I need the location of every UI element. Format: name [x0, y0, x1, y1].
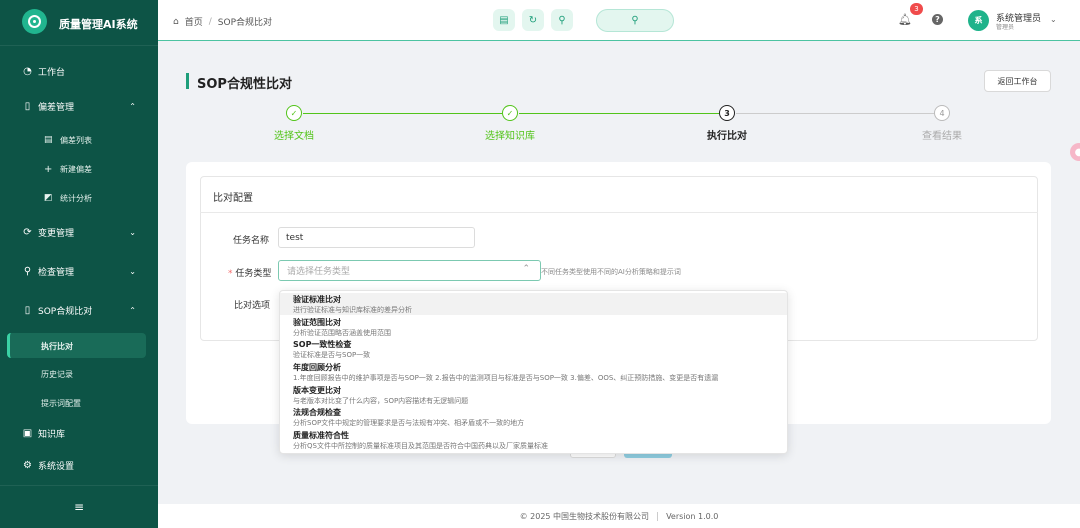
step-2-label: 选择知识库	[485, 131, 535, 142]
list-icon: ▤	[44, 135, 53, 145]
step-1-label: 选择文档	[274, 131, 314, 142]
search-button[interactable]: ⚲	[551, 9, 573, 31]
sidebar-item-knowledge[interactable]: ▣ 知识库	[0, 420, 158, 446]
bell-icon[interactable]: 🔔︎	[898, 13, 912, 26]
step-2-check-icon: ✓	[502, 105, 518, 121]
app-logo	[22, 9, 47, 34]
compare-options-label: 比对选项	[234, 301, 271, 311]
global-search[interactable]: ⚲	[596, 9, 674, 32]
task-type-hint: 不同任务类型使用不同的AI分析策略和提示词	[541, 268, 681, 276]
breadcrumb-current: SOP合规比对	[217, 18, 273, 28]
sidebar-item-deviation-list[interactable]: ▤ 偏差列表	[0, 128, 158, 152]
topbar: ⌂ 首页 / SOP合规比对 ▤ ↻ ⚲ ⚲ 🔔︎ 3 ? 系 系统管理员 管理…	[158, 0, 1080, 41]
sidebar: 质量管理AI系统 ◔ 工作台 ▯ 偏差管理 ⌃ ▤ 偏差列表 + 新建偏差 ◩ …	[0, 0, 158, 528]
chevron-up-icon: ⌃	[129, 305, 136, 315]
step-4-label: 查看结果	[922, 131, 962, 142]
task-type-select[interactable]: 请选择任务类型 ⌃	[278, 260, 541, 281]
sidebar-item-sop[interactable]: ▯ SOP合规比对 ⌃	[0, 297, 158, 323]
sidebar-item-dashboard[interactable]: ◔ 工作台	[0, 58, 158, 84]
step-connector	[736, 113, 934, 114]
change-icon: ⟳	[23, 226, 32, 238]
avatar[interactable]: 系	[968, 10, 989, 31]
step-3-label: 执行比对	[707, 131, 747, 142]
chevron-down-icon: ⌄	[129, 227, 136, 237]
task-type-option[interactable]: 验证标准比对 进行验证标准与知识库标准的差异分析	[280, 293, 787, 315]
copyright: © 2025 中国生物技术股份有限公司	[519, 511, 650, 521]
task-type-option[interactable]: 法规合规检查 分析SOP文件中规定的管理要求是否与法规有冲突、相矛盾或不一致的地…	[280, 406, 787, 428]
title-accent	[186, 73, 189, 89]
task-type-option[interactable]: SOP一致性检查 验证标准是否与SOP一致	[280, 338, 787, 360]
sidebar-item-deviation[interactable]: ▯ 偏差管理 ⌃	[0, 93, 158, 119]
help-icon[interactable]: ?	[932, 14, 943, 25]
breadcrumb-home[interactable]: 首页	[185, 15, 203, 28]
app-title: 质量管理AI系统	[59, 18, 138, 31]
document-icon: ▯	[24, 304, 31, 316]
page-title: SOP合规性比对	[197, 77, 292, 92]
home-icon: ⌂	[173, 16, 179, 27]
back-to-dashboard-button[interactable]: 返回工作台	[984, 70, 1051, 92]
document-icon: ▤	[499, 14, 509, 26]
task-name-input[interactable]: test	[278, 227, 475, 248]
panel-header: 比对配置	[200, 176, 1038, 213]
chart-icon: ◩	[44, 193, 53, 203]
sidebar-item-history[interactable]: 历史记录	[0, 362, 158, 386]
step-1-check-icon: ✓	[286, 105, 302, 121]
document-button[interactable]: ▤	[493, 9, 515, 31]
dashboard-icon: ◔	[23, 65, 32, 77]
collapse-menu-button[interactable]: ≡	[0, 485, 158, 528]
version: Version 1.0.0	[666, 511, 719, 521]
step-3-number: 3	[719, 105, 735, 121]
chat-icon: ●	[1074, 146, 1080, 158]
refresh-button[interactable]: ↻	[522, 9, 544, 31]
user-role: 管理员	[996, 24, 1015, 31]
breadcrumb: ⌂ 首页 / SOP合规比对	[173, 15, 273, 29]
chevron-up-icon: ⌃	[129, 101, 136, 111]
sidebar-item-prompt-config[interactable]: 提示词配置	[0, 391, 158, 415]
search-icon: ⚲	[558, 14, 566, 26]
search-icon: ⚲	[23, 265, 32, 277]
task-type-dropdown: 验证标准比对 进行验证标准与知识库标准的差异分析 验证范围比对 分析验证范围略否…	[279, 290, 788, 454]
plus-icon: +	[44, 163, 53, 175]
sidebar-item-inspection[interactable]: ⚲ 检查管理 ⌄	[0, 258, 158, 284]
sidebar-item-settings[interactable]: ⚙ 系统设置	[0, 452, 158, 478]
sidebar-item-statistics[interactable]: ◩ 统计分析	[0, 186, 158, 210]
chevron-down-icon[interactable]: ⌄	[1050, 15, 1057, 24]
gear-icon: ⚙	[23, 459, 32, 471]
sidebar-item-new-deviation[interactable]: + 新建偏差	[0, 157, 158, 181]
book-icon: ▣	[22, 427, 33, 439]
task-type-option[interactable]: 版本变更比对 与老版本对比变了什么内容，SOP内容描述有无逻辑问题	[280, 384, 787, 406]
sidebar-item-execute-compare[interactable]: 执行比对	[0, 334, 158, 358]
task-type-option[interactable]: 年度回顾分析 1.年度回顾报告中的维护事项是否与SOP一致 2.报告中的监测项目…	[280, 361, 787, 383]
step-connector	[303, 113, 502, 114]
sidebar-item-change[interactable]: ⟳ 变更管理 ⌄	[0, 219, 158, 245]
footer: © 2025 中国生物技术股份有限公司 Version 1.0.0	[158, 504, 1080, 528]
refresh-icon: ↻	[528, 14, 538, 26]
step-4-number: 4	[934, 105, 950, 121]
hamburger-icon: ≡	[73, 500, 85, 514]
chevron-down-icon: ⌄	[129, 266, 136, 276]
step-connector	[519, 113, 719, 114]
task-type-label: * 任务类型	[228, 269, 272, 279]
notification-badge: 3	[910, 3, 923, 15]
search-icon: ⚲	[631, 15, 639, 26]
document-icon: ▯	[24, 100, 31, 112]
task-type-option[interactable]: 验证范围比对 分析验证范围略否涵盖使用范围	[280, 316, 787, 338]
task-type-option[interactable]: 质量标准符合性 分析QS文件中所控制的质量标准项目及其范围是否符合中国药典以及厂…	[280, 429, 787, 451]
floating-assistant-button[interactable]: ●	[1070, 143, 1080, 161]
task-name-label: 任务名称	[233, 236, 270, 246]
chevron-up-icon: ⌃	[522, 264, 530, 274]
